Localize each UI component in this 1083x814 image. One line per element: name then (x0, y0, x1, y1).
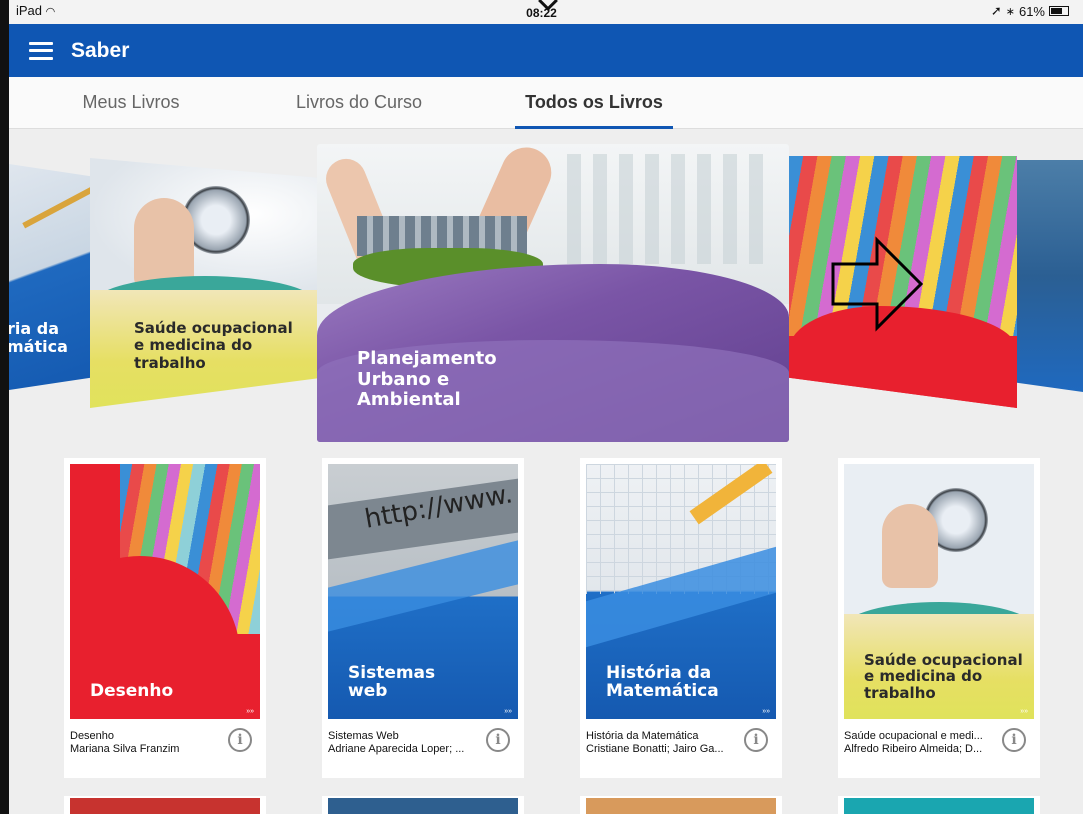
carousel-cover-title: ria da mática (9, 319, 68, 357)
battery-percent: 61% (1018, 3, 1045, 19)
book-meta: Sistemas Web Adriane Aparecida Loper; ..… (328, 730, 478, 756)
app-bar: Saber (9, 24, 1083, 77)
cover-marker: »» (1020, 708, 1028, 715)
book-cover[interactable]: Desenho »» (70, 464, 260, 719)
cover-marker: »» (762, 708, 770, 715)
book-card-partial[interactable] (580, 796, 782, 814)
book-authors: Mariana Silva Franzim (70, 743, 180, 755)
book-cover[interactable]: http://www. Sistemas web »» (328, 464, 518, 719)
book-title: Desenho (70, 730, 115, 742)
book-authors: Cristiane Bonatti; Jairo Ga... (586, 743, 724, 755)
arrow-right-icon[interactable] (829, 236, 925, 332)
tab-livros-do-curso[interactable]: Livros do Curso (279, 77, 439, 129)
book-cover-title: Saúde ocupacional e medicina do trabalho (864, 650, 1023, 702)
carousel-cover-title: Saúde ocupacional e medicina do trabalho (134, 319, 293, 372)
book-title: Saúde ocupacional e medi... (844, 730, 983, 742)
carousel-cover-desenho[interactable] (789, 156, 1017, 408)
carousel-cover-planejamento[interactable]: Planejamento Urbano e Ambiental (317, 144, 789, 442)
book-title: Sistemas Web (328, 730, 399, 742)
book-card-desenho[interactable]: Desenho »» Desenho Mariana Silva Franzim… (64, 458, 266, 778)
book-authors: Adriane Aparecida Loper; ... (328, 743, 465, 755)
carousel-cover-title: Planejamento Urbano e Ambiental (357, 348, 497, 411)
tab-bar: Meus Livros Livros do Curso Todos os Liv… (9, 77, 1083, 129)
cover-marker: »» (504, 708, 512, 715)
book-cover-title: Sistemas web (348, 662, 436, 702)
status-bar: iPad ◠ 08:22 ➚ ∗ 61% (0, 0, 1083, 24)
battery-icon (1049, 6, 1069, 16)
status-indicators: ➚ ∗ 61% (991, 3, 1069, 19)
book-card-partial[interactable] (322, 796, 524, 814)
hamburger-icon[interactable] (29, 41, 53, 60)
book-cover[interactable]: Saúde ocupacional e medicina do trabalho… (844, 464, 1034, 719)
book-cover-title: História da Matemática (606, 662, 719, 702)
carousel-cover-saude[interactable]: Saúde ocupacional e medicina do trabalho (90, 158, 320, 408)
info-icon[interactable]: i (228, 728, 252, 752)
book-card-historia-matematica[interactable]: História da Matemática »» História da Ma… (580, 458, 782, 778)
book-card-sistemas-web[interactable]: http://www. Sistemas web »» Sistemas Web… (322, 458, 524, 778)
bluetooth-icon: ∗ (1005, 5, 1015, 18)
book-authors: Alfredo Ribeiro Almeida; D... (844, 743, 983, 755)
book-card-partial[interactable] (64, 796, 266, 814)
book-cover[interactable]: História da Matemática »» (586, 464, 776, 719)
book-cover-title: Desenho (90, 681, 174, 702)
carousel-cover-historia-partial[interactable]: ria da mática (9, 164, 99, 390)
book-meta: Saúde ocupacional e medi... Alfredo Ribe… (844, 730, 994, 756)
book-card-saude-ocupacional[interactable]: Saúde ocupacional e medicina do trabalho… (838, 458, 1040, 778)
clock: 08:22 (526, 6, 557, 20)
app-title: Saber (71, 38, 130, 62)
book-card-partial[interactable] (838, 796, 1040, 814)
book-title: História da Matemática (586, 730, 699, 742)
book-meta: História da Matemática Cristiane Bonatti… (586, 730, 736, 756)
info-icon[interactable]: i (744, 728, 768, 752)
carousel-cover-sistemas-partial[interactable] (1017, 160, 1083, 392)
cover-marker: »» (246, 708, 254, 715)
tab-todos-os-livros[interactable]: Todos os Livros (515, 77, 673, 129)
info-icon[interactable]: i (486, 728, 510, 752)
info-icon[interactable]: i (1002, 728, 1026, 752)
location-arrow-icon: ➚ (990, 3, 1002, 18)
tab-meus-livros[interactable]: Meus Livros (61, 77, 201, 129)
featured-carousel[interactable]: ria da mática Saúde ocupacional e medici… (9, 130, 1083, 450)
book-meta: Desenho Mariana Silva Franzim (70, 730, 220, 756)
screen: iPad ◠ 08:22 ➚ ∗ 61% Saber Meus Livros L… (0, 0, 1083, 814)
